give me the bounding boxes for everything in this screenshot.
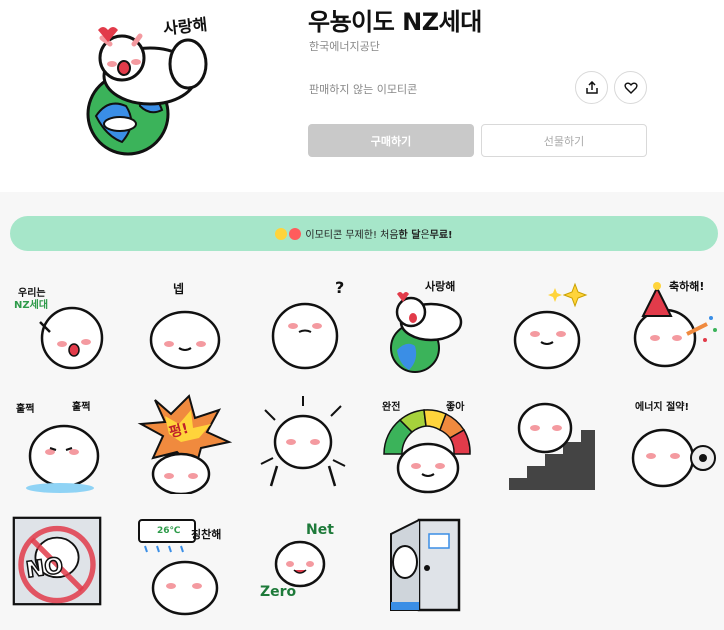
emoticon-item[interactable]: 칭찬해 26℃ bbox=[135, 516, 235, 616]
creature-drawing bbox=[509, 402, 595, 490]
emoticon-caption: 칭찬해 bbox=[191, 528, 222, 541]
hero-caption: 사랑해 bbox=[162, 14, 209, 39]
banner-bold-2: 무료! bbox=[429, 230, 453, 241]
creature-drawing bbox=[137, 394, 233, 496]
emoticon-caption-2: NZ세대 bbox=[14, 300, 49, 311]
banner-text-2: 은 bbox=[420, 230, 430, 241]
creature-drawing bbox=[260, 396, 346, 487]
emoticon-item[interactable] bbox=[255, 394, 355, 494]
emoticon-caption: 축하해! bbox=[669, 280, 705, 293]
share-icon bbox=[585, 80, 598, 94]
emoticon-item[interactable]: 완전 좋아 bbox=[380, 394, 480, 494]
emoticon-caption-2: 훌쩍 bbox=[72, 402, 91, 413]
emoticon-item[interactable]: 훌쩍 훌쩍 bbox=[10, 394, 110, 494]
banner-bold-1: 한 달 bbox=[398, 230, 421, 241]
emoticon-item[interactable]: 우리는 NZ세대 bbox=[10, 274, 110, 374]
emoticon-item[interactable]: 넵 bbox=[135, 274, 235, 374]
plus-icon bbox=[289, 227, 302, 240]
share-button[interactable] bbox=[575, 71, 608, 104]
emoticon-item[interactable] bbox=[385, 516, 485, 616]
emoticon-item[interactable] bbox=[505, 274, 605, 374]
creature-drawing bbox=[390, 518, 461, 612]
emoticon-section: 이모티콘 무제한! 처음 한 달은 무료! 우리는 NZ세대 넵 ? 사랑해 축… bbox=[0, 192, 724, 630]
gift-button[interactable]: 선물하기 bbox=[481, 124, 647, 157]
emoticon-item[interactable]: ? bbox=[255, 274, 355, 374]
emoticon-item[interactable]: 펑! bbox=[135, 394, 235, 496]
emoticon-item[interactable]: 축하해! bbox=[625, 274, 724, 374]
emoticon-item[interactable]: 에너지 절약! bbox=[625, 394, 724, 494]
emoticon-item[interactable] bbox=[505, 394, 605, 494]
smile-icon bbox=[275, 227, 288, 240]
emoticon-caption-2: Zero bbox=[260, 584, 297, 600]
emoticon-item[interactable]: NO bbox=[12, 516, 112, 616]
product-header: 사랑해 우뇽이도 NZ세대 한국에너지공단 판매하지 않는 이모티콘 구매하기 … bbox=[0, 0, 724, 192]
emoticon-grid: 우리는 NZ세대 넵 ? 사랑해 축하해! 훌쩍 훌쩍 펑! 완전 좋아 에너지… bbox=[0, 272, 724, 630]
creature-drawing bbox=[513, 282, 588, 370]
like-button[interactable] bbox=[614, 71, 647, 104]
emoticon-caption: 에너지 절약! bbox=[635, 402, 690, 413]
emoticon-item[interactable]: 사랑해 bbox=[385, 274, 485, 374]
emoticon-caption-2: 26℃ bbox=[157, 526, 181, 536]
emoticon-caption: 넵 bbox=[173, 282, 185, 296]
sale-status: 판매하지 않는 이모티콘 bbox=[309, 83, 418, 96]
emoticon-caption: 사랑해 bbox=[425, 280, 456, 293]
emoticon-caption: 훌쩍 bbox=[16, 404, 35, 415]
banner-text: 이모티콘 무제한! 처음 bbox=[305, 230, 399, 241]
emoticon-caption-2: 좋아 bbox=[446, 402, 465, 413]
emoticon-item[interactable]: Net Zero bbox=[258, 516, 358, 616]
buy-button[interactable]: 구매하기 bbox=[308, 124, 474, 157]
emoticon-caption: Net bbox=[306, 522, 334, 538]
creature-drawing bbox=[149, 310, 221, 370]
promo-banner[interactable]: 이모티콘 무제한! 처음 한 달은 무료! bbox=[10, 216, 718, 251]
emoticon-caption: NO bbox=[24, 553, 66, 584]
heart-icon bbox=[623, 82, 638, 94]
emoticon-caption: ? bbox=[335, 278, 345, 297]
page-title: 우뇽이도 NZ세대 bbox=[308, 8, 482, 36]
author-link[interactable]: 한국에너지공단 bbox=[309, 38, 380, 54]
emoticon-caption: 완전 bbox=[382, 402, 401, 413]
